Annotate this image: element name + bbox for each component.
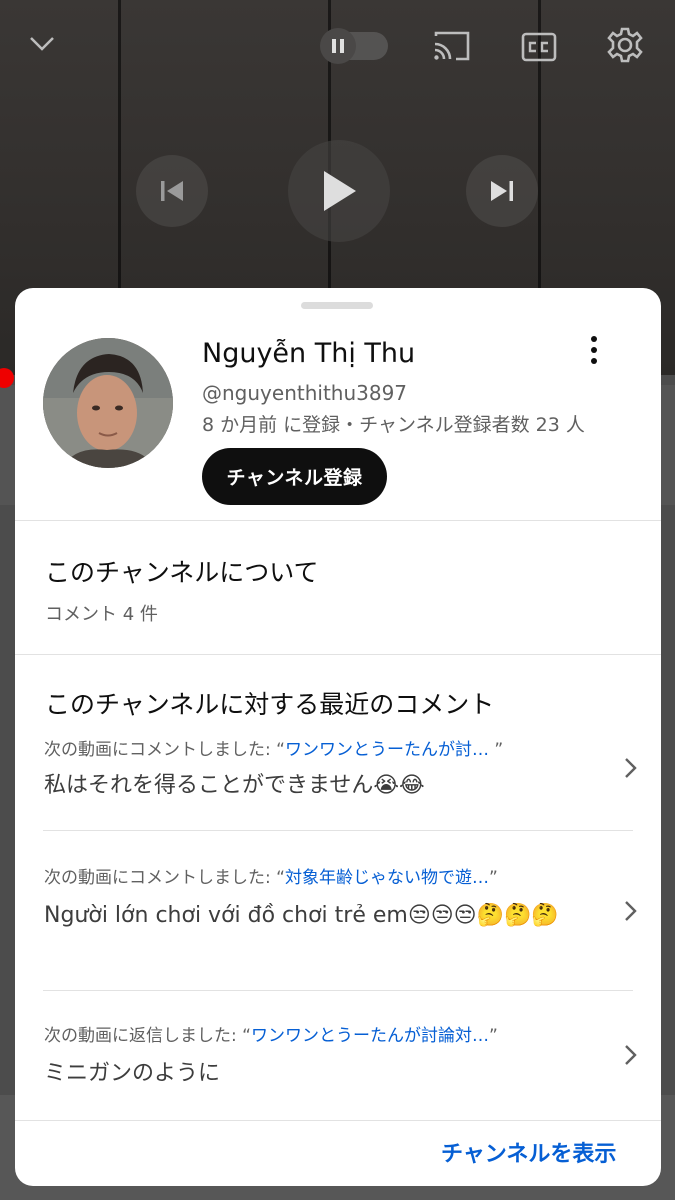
video-title-link[interactable]: ワンワンとうーたんが討論対… (251, 1026, 489, 1046)
comment-context: 次の動画にコメントしました: “ワンワンとうーたんが討… ” (44, 740, 504, 760)
recent-comments-title: このチャンネルに対する最近のコメント (45, 690, 495, 719)
about-section-title: このチャンネルについて (45, 558, 319, 587)
play-icon[interactable] (288, 140, 390, 242)
video-title-link[interactable]: ワンワンとうーたんが討… (285, 740, 489, 760)
skip-previous-icon[interactable] (136, 155, 208, 227)
view-channel-link[interactable]: チャンネルを表示 (441, 1136, 616, 1168)
divider (15, 1120, 661, 1121)
gear-icon[interactable] (604, 24, 646, 66)
pause-icon (320, 28, 356, 64)
comment-context: 次の動画に返信しました: “ワンワンとうーたんが討論対…” (44, 1026, 498, 1046)
channel-name: Nguyễn Thị Thu (202, 338, 416, 369)
chevron-down-icon[interactable] (26, 28, 58, 60)
comment-context: 次の動画にコメントしました: “対象年齢じゃない物で遊…” (44, 868, 498, 888)
comment-item[interactable]: 次の動画にコメントしました: “対象年齢じゃない物で遊…” Người lớn … (15, 858, 661, 988)
more-options-icon[interactable] (579, 332, 609, 368)
skip-next-icon[interactable] (466, 155, 538, 227)
chevron-right-icon (625, 901, 637, 921)
channel-handle: @nguyenthithu3897 (202, 381, 408, 405)
divider (43, 990, 633, 991)
divider (43, 830, 633, 831)
cast-icon[interactable] (430, 28, 474, 64)
avatar[interactable] (43, 338, 173, 468)
subscribe-button[interactable]: チャンネル登録 (202, 448, 387, 505)
autoplay-toggle[interactable] (320, 28, 388, 64)
drag-handle[interactable] (301, 302, 373, 309)
divider (15, 654, 661, 655)
channel-bottom-sheet: Nguyễn Thị Thu @nguyenthithu3897 8 か月前 に… (15, 288, 661, 1186)
comment-text: Người lớn chơi với đồ chơi trẻ em😒😒😒🤔🤔🤔 (44, 903, 559, 928)
channel-meta: 8 か月前 に登録・チャンネル登録者数 23 人 (202, 414, 585, 436)
chevron-right-icon (625, 1045, 637, 1065)
chevron-right-icon (625, 758, 637, 778)
comment-text: 私はそれを得ることができません😭😂 (44, 773, 425, 798)
comment-item[interactable]: 次の動画にコメントしました: “ワンワンとうーたんが討… ” 私はそれを得ること… (15, 728, 661, 838)
comment-text: ミニガンのように (44, 1061, 221, 1086)
video-title-link[interactable]: 対象年齢じゃない物で遊… (285, 868, 489, 888)
comment-count: コメント 4 件 (45, 604, 158, 625)
divider (15, 520, 661, 521)
cc-icon[interactable] (518, 28, 560, 66)
comment-item[interactable]: 次の動画に返信しました: “ワンワンとうーたんが討論対…” ミニガンのように (15, 1018, 661, 1118)
